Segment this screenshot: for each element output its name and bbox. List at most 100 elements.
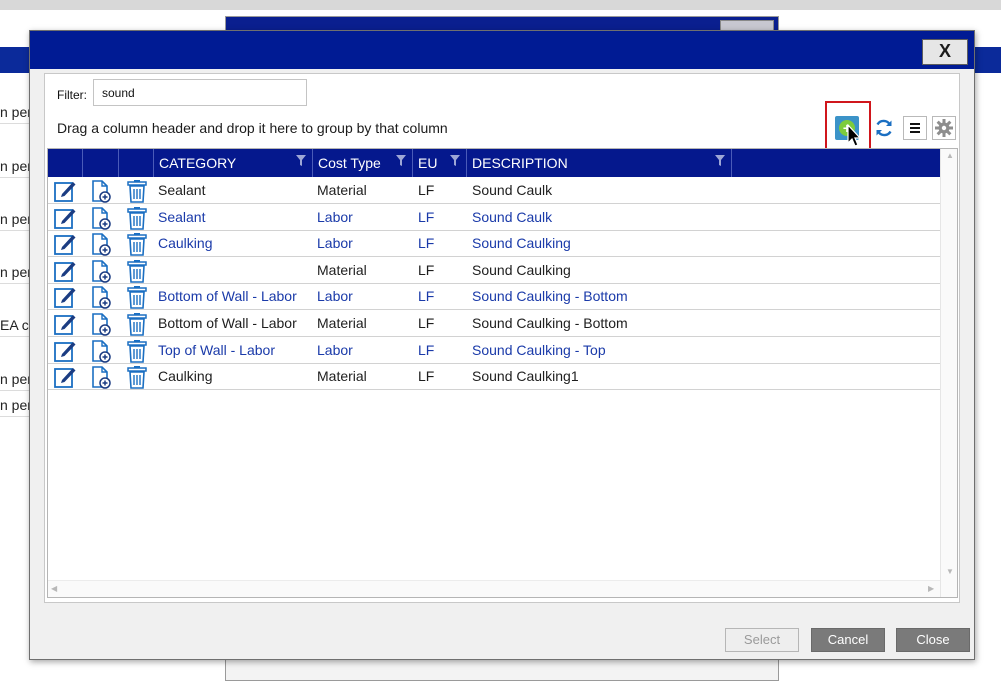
copy-document-icon[interactable] xyxy=(89,206,113,230)
cell-eu: LF xyxy=(418,341,435,358)
copy-document-icon[interactable] xyxy=(89,232,113,256)
cell-category: Caulking xyxy=(158,235,213,252)
cell-description: Sound Caulking - Bottom xyxy=(472,315,628,331)
scroll-down-arrow[interactable]: ▼ xyxy=(946,567,954,576)
gear-icon xyxy=(935,119,953,137)
table-row[interactable]: Material LF Sound Caulking xyxy=(48,257,940,284)
table-row[interactable]: Sealant Material LF Sound Caulk xyxy=(48,177,940,204)
header-description-label: DESCRIPTION xyxy=(472,155,568,171)
delete-trash-icon[interactable] xyxy=(125,312,149,336)
delete-trash-icon[interactable] xyxy=(125,206,149,230)
background-row-text: n per xyxy=(0,211,32,227)
vertical-scrollbar[interactable]: ▲ ▼ xyxy=(940,149,957,597)
cell-category: Top of Wall - Labor xyxy=(158,341,275,358)
background-row: n per xyxy=(0,207,32,231)
edit-icon[interactable] xyxy=(53,179,77,203)
delete-trash-icon[interactable] xyxy=(125,339,149,363)
cell-eu: LF xyxy=(418,235,435,252)
edit-icon[interactable] xyxy=(53,206,77,230)
close-button[interactable]: Close xyxy=(896,628,970,652)
results-grid: CATEGORY Cost Type EU DESCRIPTION Sealan… xyxy=(47,148,958,598)
column-menu-button[interactable] xyxy=(903,116,927,140)
delete-trash-icon[interactable] xyxy=(125,232,149,256)
scroll-left-arrow[interactable]: ◀ xyxy=(51,584,57,593)
settings-button[interactable] xyxy=(932,116,956,140)
background-row: n per xyxy=(0,367,32,391)
background-row: n per xyxy=(0,154,32,178)
header-category[interactable]: CATEGORY xyxy=(154,149,313,177)
copy-document-icon[interactable] xyxy=(89,259,113,283)
header-copy-column xyxy=(83,149,119,177)
filter-funnel-icon[interactable] xyxy=(396,155,406,167)
cancel-button[interactable]: Cancel xyxy=(811,628,885,652)
menu-icon xyxy=(910,123,920,133)
header-eu[interactable]: EU xyxy=(413,149,467,177)
refresh-icon[interactable] xyxy=(873,117,895,139)
filter-funnel-icon[interactable] xyxy=(296,155,306,167)
header-eu-label: EU xyxy=(418,155,438,171)
header-edit-column xyxy=(48,149,83,177)
select-button[interactable]: Select xyxy=(725,628,799,652)
dialog-titlebar: X xyxy=(30,31,974,69)
cell-cost-type: Labor xyxy=(317,341,353,358)
delete-trash-icon[interactable] xyxy=(125,365,149,389)
background-row: n per xyxy=(0,100,32,124)
header-description[interactable]: DESCRIPTION xyxy=(467,149,732,177)
table-row[interactable]: Caulking Labor LF Sound Caulking xyxy=(48,230,940,258)
background-grid-header-left xyxy=(0,47,32,73)
dialog-close-button[interactable]: X xyxy=(922,39,968,65)
cell-description: Sound Caulking xyxy=(472,261,571,278)
table-row[interactable]: Bottom of Wall - Labor Labor LF Sound Caulk… xyxy=(48,283,940,311)
table-row[interactable]: Sealant Labor LF Sound Caulk xyxy=(48,204,940,231)
header-delete-column xyxy=(119,149,154,177)
cell-eu: LF xyxy=(418,288,435,305)
edit-icon[interactable] xyxy=(53,259,77,283)
delete-trash-icon[interactable] xyxy=(125,285,149,310)
filter-input[interactable] xyxy=(93,79,307,106)
cell-cost-type: Material xyxy=(317,315,367,331)
cell-description: Sound Caulk xyxy=(472,182,553,198)
cell-description: Sound Caulk xyxy=(472,208,553,225)
group-by-hint: Drag a column header and drop it here to… xyxy=(57,120,448,136)
scroll-up-arrow[interactable]: ▲ xyxy=(946,151,954,160)
cell-cost-type: Material xyxy=(317,182,367,198)
cell-category: Sealant xyxy=(158,182,206,198)
delete-trash-icon[interactable] xyxy=(125,179,149,203)
cell-description: Sound Caulking1 xyxy=(472,368,579,385)
horizontal-scrollbar[interactable]: ◀ ▶ xyxy=(48,580,940,597)
scroll-right-arrow[interactable]: ▶ xyxy=(928,584,934,593)
cell-eu: LF xyxy=(418,182,435,198)
table-row[interactable]: Caulking Material LF Sound Caulking1 xyxy=(48,363,940,391)
cell-cost-type: Labor xyxy=(317,235,353,252)
background-grid-header-right xyxy=(975,47,1001,73)
edit-icon[interactable] xyxy=(53,339,77,363)
table-row[interactable]: Bottom of Wall - Labor Material LF Sound Ca… xyxy=(48,310,940,337)
cell-cost-type: Material xyxy=(317,368,367,385)
add-record-button[interactable]: + xyxy=(835,116,859,140)
cell-description: Sound Caulking - Top xyxy=(472,341,606,358)
cell-eu: LF xyxy=(418,368,435,385)
copy-document-icon[interactable] xyxy=(89,312,113,336)
cell-category: Bottom of Wall - Labor xyxy=(158,288,297,305)
header-cost-type[interactable]: Cost Type xyxy=(313,149,413,177)
cell-description: Sound Caulking - Bottom xyxy=(472,288,628,305)
copy-document-icon[interactable] xyxy=(89,285,113,310)
table-row[interactable]: Top of Wall - Labor Labor LF Sound Caulking… xyxy=(48,337,940,364)
copy-document-icon[interactable] xyxy=(89,339,113,363)
background-row-text: EA c xyxy=(0,317,29,333)
cell-eu: LF xyxy=(418,208,435,225)
cell-cost-type: Labor xyxy=(317,208,353,225)
dialog-content-panel: Filter: Drag a column header and drop it… xyxy=(44,73,960,603)
filter-funnel-icon[interactable] xyxy=(715,155,725,167)
edit-icon[interactable] xyxy=(53,285,77,309)
delete-trash-icon[interactable] xyxy=(125,259,149,283)
filter-label: Filter: xyxy=(57,88,87,102)
copy-document-icon[interactable] xyxy=(89,365,113,389)
filter-funnel-icon[interactable] xyxy=(450,155,460,167)
header-category-label: CATEGORY xyxy=(159,155,237,171)
edit-icon[interactable] xyxy=(53,232,77,256)
background-row-text: n per xyxy=(0,158,32,174)
edit-icon[interactable] xyxy=(53,365,77,389)
edit-icon[interactable] xyxy=(53,312,77,336)
copy-document-icon[interactable] xyxy=(89,179,113,203)
